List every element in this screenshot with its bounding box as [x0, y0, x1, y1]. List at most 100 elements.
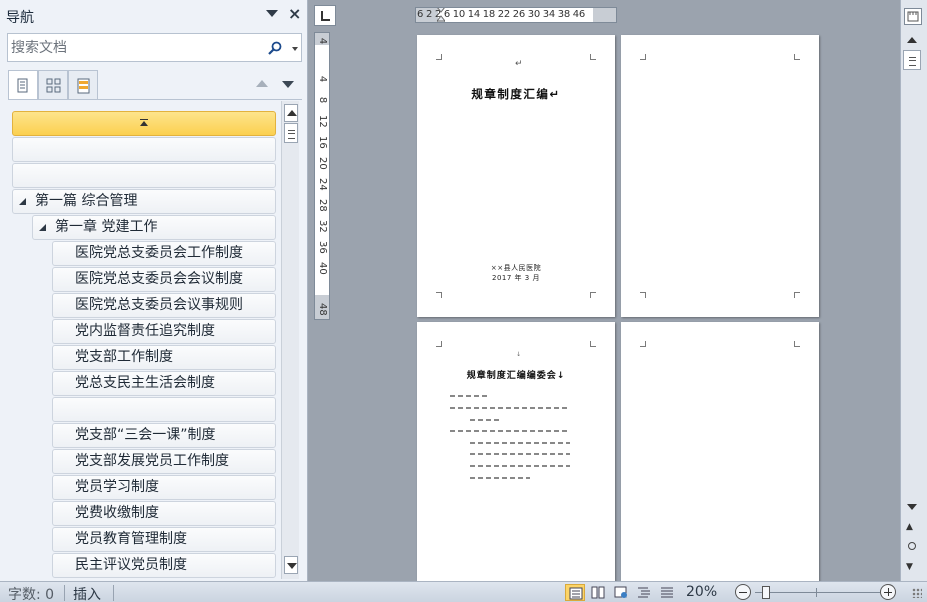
outline-item-label: 医院党总支委员会会议制度 — [75, 271, 243, 287]
search-box[interactable] — [7, 33, 302, 62]
outline-heading-item[interactable]: 医院党总支委员会议事规则 — [52, 293, 276, 318]
ruler-tick: 8 — [317, 96, 328, 104]
previous-page-icon[interactable]: ▲ — [906, 522, 913, 532]
outline-item-label: 医院党总支委员会议事规则 — [75, 297, 243, 313]
outline-heading-item[interactable]: 第一篇 综合管理 — [12, 189, 276, 214]
outline-item-label: 党支部“三会一课”制度 — [75, 427, 216, 443]
status-bar: 字数: 0 插入 20% — [0, 581, 927, 602]
outline-heading-item[interactable]: 民主评议党员制度 — [52, 553, 276, 578]
previous-result-icon[interactable] — [256, 80, 268, 87]
committee-text-line — [470, 465, 570, 467]
outline-heading-item[interactable]: 党支部“三会一课”制度 — [52, 423, 276, 448]
document-title: 规章制度汇编↵ — [471, 87, 561, 101]
scroll-thumb[interactable] — [284, 123, 298, 143]
expand-toggle-icon[interactable] — [39, 224, 46, 231]
outline-heading-item[interactable]: 党内监督责任追究制度 — [52, 319, 276, 344]
select-browse-object-icon[interactable] — [908, 542, 916, 550]
ruler-tick: 4 — [317, 37, 328, 45]
word-count[interactable]: 字数: 0 — [8, 584, 54, 602]
document-page-4[interactable] — [621, 322, 819, 582]
draft-icon — [661, 587, 673, 598]
outline-item-selected[interactable] — [12, 111, 276, 136]
outline-item-label: 党员教育管理制度 — [75, 531, 187, 547]
ruler-tick: 36 — [317, 241, 328, 254]
expand-toggle-icon[interactable] — [19, 198, 26, 205]
document-page-3[interactable]: ↓ 规章制度汇编编委会↓ — [417, 322, 615, 582]
zoom-out-button[interactable] — [735, 584, 751, 600]
outline-item-label: 党总支民主生活会制度 — [75, 375, 215, 391]
view-ruler-icon[interactable] — [904, 8, 922, 25]
outline-item-label: 民主评议党员制度 — [75, 557, 187, 573]
committee-text-line — [470, 453, 570, 455]
outline-heading-item[interactable]: 医院党总支委员会会议制度 — [52, 267, 276, 292]
outline-heading-item[interactable]: 医院党总支委员会工作制度 — [52, 241, 276, 266]
ruler-tick: 4 — [317, 75, 328, 83]
tab-divider — [8, 99, 302, 100]
outline-view-button[interactable] — [634, 584, 654, 601]
status-divider — [113, 585, 114, 601]
insert-mode-indicator[interactable]: 插入 — [73, 584, 101, 602]
vertical-ruler[interactable]: 4 4 8 12 16 20 24 28 32 36 40 48 — [314, 32, 330, 320]
navigation-pane: 导航 × 第一篇 综合管理第一章 — [0, 0, 308, 581]
tab-browse-headings[interactable] — [8, 70, 38, 100]
next-result-icon[interactable] — [282, 81, 294, 88]
search-icon[interactable] — [267, 40, 283, 56]
web-layout-button[interactable] — [611, 584, 631, 601]
ruler-tick: 24 — [317, 178, 328, 191]
outline-empty-item[interactable] — [52, 397, 276, 422]
crop-mark — [640, 341, 646, 347]
scroll-up-button[interactable] — [907, 37, 917, 43]
web-layout-icon — [614, 586, 627, 598]
headings-icon — [17, 78, 28, 93]
document-page-1[interactable]: ↵ 规章制度汇编↵ ××县人民医院 2017 年 3 月 — [417, 35, 615, 317]
tab-browse-pages[interactable] — [38, 70, 68, 100]
outline-heading-item[interactable]: 党员教育管理制度 — [52, 527, 276, 552]
ruler-tick: 28 — [317, 199, 328, 212]
crop-mark — [640, 54, 646, 60]
ruler-tick: 16 — [317, 136, 328, 149]
close-icon[interactable]: × — [288, 4, 301, 24]
outline-item-label: 党支部发展党员工作制度 — [75, 453, 229, 469]
scroll-down-button[interactable] — [284, 556, 298, 574]
status-divider — [64, 585, 65, 601]
search-options-icon[interactable] — [292, 47, 298, 51]
search-input[interactable] — [11, 38, 261, 58]
crop-mark — [436, 341, 442, 347]
outline-heading-item[interactable]: 党支部工作制度 — [52, 345, 276, 370]
outline-item-label: 党员学习制度 — [75, 479, 159, 495]
outline-heading-item[interactable]: 第一章 党建工作 — [32, 215, 276, 240]
pane-options-icon[interactable] — [266, 10, 278, 17]
nav-pane-title: 导航 — [6, 10, 34, 26]
scroll-down-button[interactable] — [907, 504, 917, 510]
outline-heading-item[interactable]: 党费收缴制度 — [52, 501, 276, 526]
print-layout-button[interactable] — [565, 584, 585, 601]
outline-empty-item[interactable] — [12, 163, 276, 188]
zoom-in-button[interactable] — [880, 584, 896, 600]
full-screen-reading-button[interactable] — [588, 584, 608, 601]
reading-icon — [591, 586, 605, 599]
zoom-slider-thumb[interactable] — [762, 586, 770, 599]
horizontal-ruler[interactable]: 6 2 2 6 10 14 18 22 26 30 34 38 46 — [415, 7, 617, 23]
scroll-up-button[interactable] — [284, 104, 298, 122]
outline-heading-item[interactable]: 党总支民主生活会制度 — [52, 371, 276, 396]
resize-grip[interactable] — [912, 588, 922, 598]
ruler-tick: 40 — [317, 262, 328, 275]
document-page-2[interactable] — [621, 35, 819, 317]
tab-browse-results[interactable] — [68, 70, 98, 100]
outline-heading-item[interactable]: 党员学习制度 — [52, 475, 276, 500]
outline-empty-item[interactable] — [12, 137, 276, 162]
ruler-tick: 20 — [317, 157, 328, 170]
outline-item-label: 第一篇 综合管理 — [35, 193, 138, 209]
indent-marker-icon[interactable] — [437, 7, 445, 23]
document-scrollbar[interactable]: ▲ ▼ — [900, 0, 927, 581]
next-page-icon[interactable]: ▼ — [906, 562, 913, 572]
outline-heading-item[interactable]: 党支部发展党员工作制度 — [52, 449, 276, 474]
outline-scrollbar[interactable] — [281, 101, 299, 579]
document-organization: ××县人民医院 — [490, 264, 542, 272]
zoom-slider[interactable] — [755, 592, 880, 593]
zoom-level[interactable]: 20% — [686, 584, 717, 600]
draft-view-button[interactable] — [657, 584, 677, 601]
ruler-tick: 48 — [317, 303, 328, 316]
scroll-thumb[interactable] — [903, 50, 921, 70]
tab-selector-button[interactable] — [314, 5, 336, 26]
